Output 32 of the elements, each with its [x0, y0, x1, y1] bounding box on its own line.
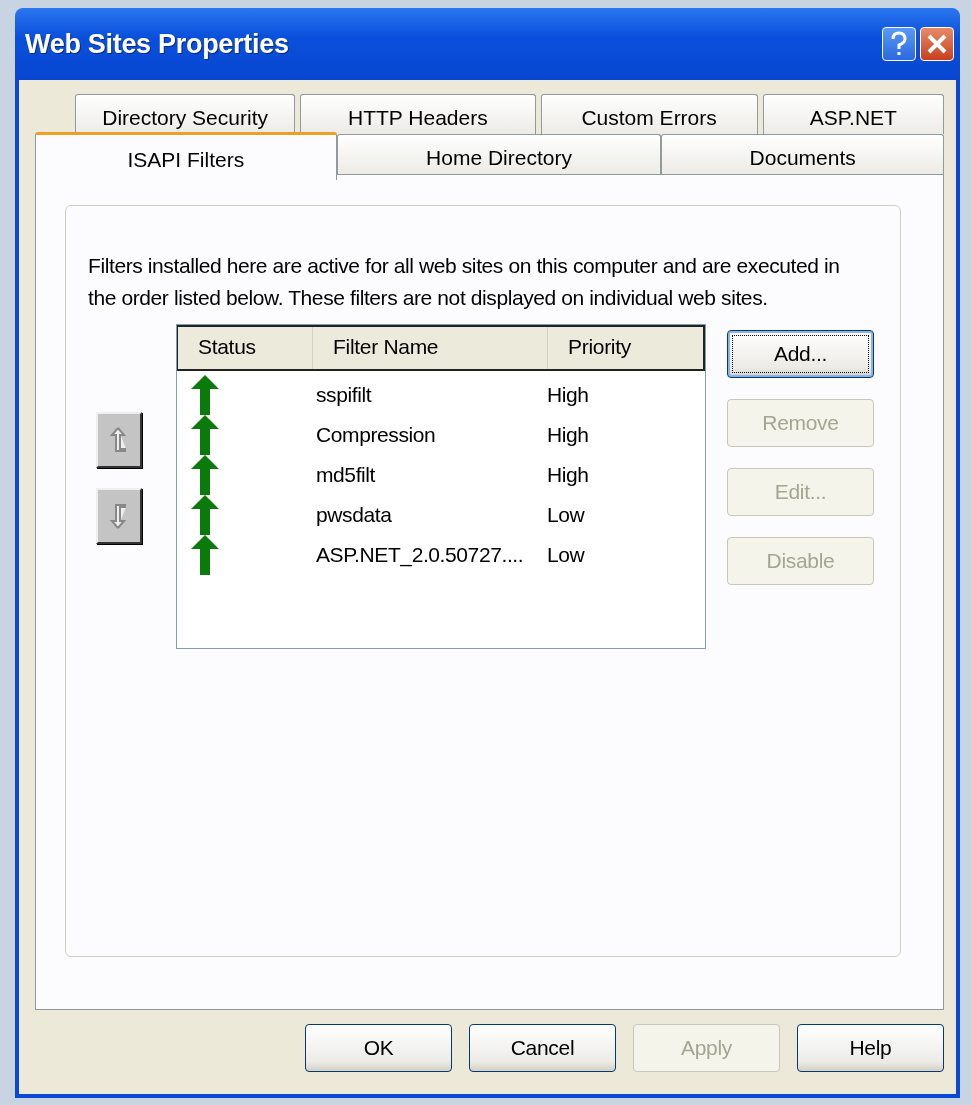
filter-name[interactable]: pwsdata	[312, 503, 547, 527]
filter-name[interactable]: sspifilt	[312, 383, 547, 407]
tab[interactable]: ISAPI Filters	[35, 132, 337, 180]
filter-priority: Low	[547, 543, 585, 567]
column-header[interactable]: Filter Name	[313, 327, 548, 369]
filter-name[interactable]: md5filt	[312, 463, 547, 487]
filter-priority: High	[547, 463, 589, 487]
action-button[interactable]: Add...	[727, 330, 874, 378]
window-title: Web Sites Properties	[25, 28, 290, 60]
tab[interactable]: Documents	[661, 134, 944, 174]
tab[interactable]: Home Directory	[336, 134, 662, 174]
down-arrow-icon	[110, 501, 128, 531]
tab[interactable]: HTTP Headers	[300, 94, 536, 134]
close-button[interactable]	[920, 27, 954, 61]
filter-priority: High	[547, 423, 589, 447]
description-text: Filters installed here are active for all web sites on this computer and are executed in the order listed below. These filters are not displayed on individual web sites.	[88, 253, 841, 311]
filter-priority: High	[547, 383, 589, 407]
filter-priority: Low	[547, 503, 585, 527]
column-header[interactable]: Priority	[548, 327, 703, 369]
dialog-button[interactable]: Help	[797, 1024, 944, 1072]
tab[interactable]: Directory Security	[75, 94, 296, 134]
help-icon	[890, 31, 908, 57]
close-icon	[926, 33, 948, 55]
column-header[interactable]: Status	[178, 327, 313, 369]
dialog-button[interactable]: OK	[305, 1024, 452, 1072]
dialog-button[interactable]: Cancel	[469, 1024, 616, 1072]
tab[interactable]: Custom Errors	[540, 94, 758, 134]
tab[interactable]: ASP.NET	[762, 94, 944, 134]
filter-name[interactable]: Compression	[312, 423, 547, 447]
help-button[interactable]	[882, 27, 916, 61]
up-arrow-icon	[110, 425, 128, 455]
filter-name[interactable]: ASP.NET_2.0.50727....	[312, 543, 547, 567]
